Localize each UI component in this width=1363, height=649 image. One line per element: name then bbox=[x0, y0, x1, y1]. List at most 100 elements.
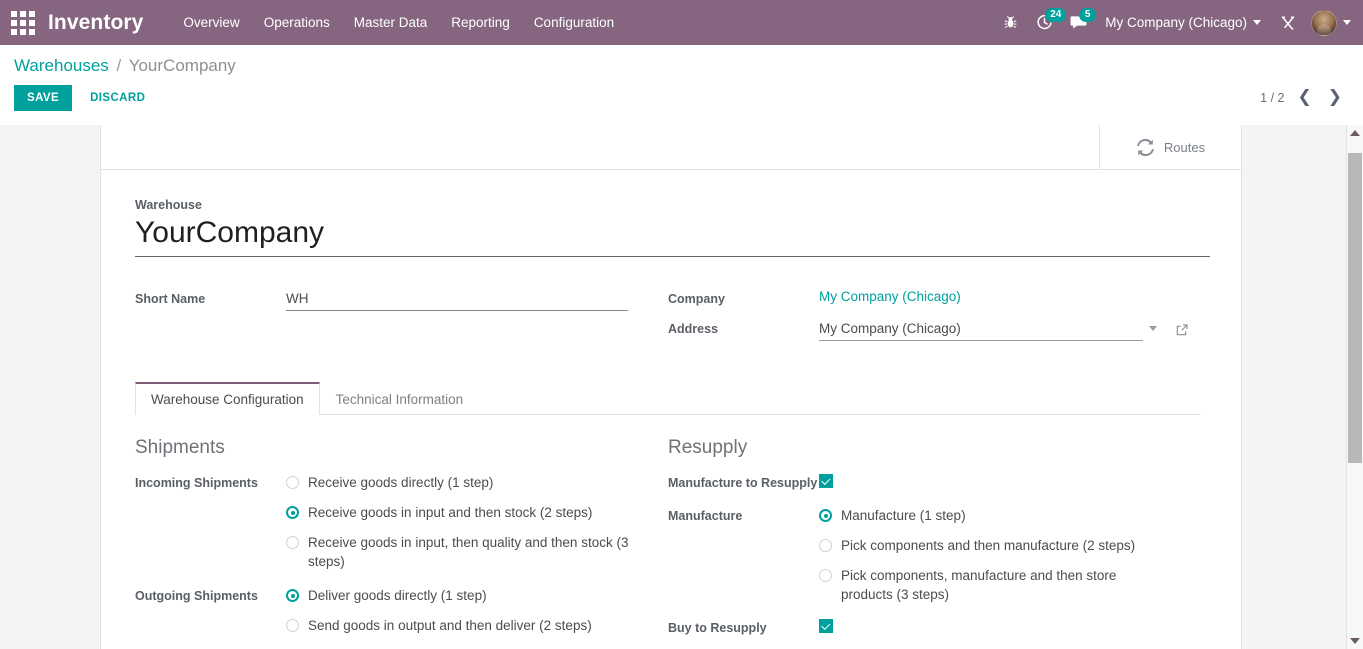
company-switcher-label: My Company (Chicago) bbox=[1105, 15, 1247, 30]
tab-warehouse-configuration[interactable]: Warehouse Configuration bbox=[135, 382, 320, 415]
app-brand-inventory[interactable]: Inventory bbox=[48, 11, 143, 35]
radio-label: Receive goods directly (1 step) bbox=[308, 475, 494, 490]
shipments-group: Shipments Incoming Shipments Receive goo… bbox=[135, 437, 668, 649]
company-label: Company bbox=[668, 292, 725, 306]
buy-to-resupply-row: Buy to Resupply bbox=[668, 616, 1201, 640]
bug-icon[interactable] bbox=[993, 6, 1027, 40]
address-value bbox=[819, 317, 1201, 341]
navbar-right-tools: 24 5 My Company (Chicago) bbox=[993, 6, 1351, 40]
field-columns: Short Name Company My Company (Chicago) bbox=[135, 287, 1201, 347]
pager-previous-icon[interactable]: ❮ bbox=[1295, 89, 1315, 106]
radio-manufacture-2-steps[interactable]: Pick components and then manufacture (2 … bbox=[819, 536, 1201, 555]
radio-label: Pick components, manufacture and then st… bbox=[841, 568, 1117, 602]
radio-manufacture-1-step[interactable]: Manufacture (1 step) bbox=[819, 506, 1201, 525]
messages-count-badge: 5 bbox=[1079, 7, 1097, 22]
manufacture-label: Manufacture bbox=[668, 509, 743, 523]
activities-clock-icon[interactable]: 24 bbox=[1027, 6, 1067, 40]
radio-incoming-3-steps[interactable]: Receive goods in input, then quality and… bbox=[286, 533, 668, 571]
manufacture-to-resupply-row: Manufacture to Resupply bbox=[668, 471, 1201, 495]
radio-icon[interactable] bbox=[286, 536, 299, 549]
radio-icon[interactable] bbox=[286, 619, 299, 632]
outgoing-shipments-value: Deliver goods directly (1 step) Send goo… bbox=[286, 584, 668, 649]
vertical-scrollbar[interactable] bbox=[1346, 125, 1363, 649]
chevron-down-icon bbox=[1343, 20, 1351, 25]
radio-label: Deliver goods directly (1 step) bbox=[308, 588, 487, 603]
address-input[interactable] bbox=[819, 319, 1143, 341]
tab-pane-warehouse-configuration: Shipments Incoming Shipments Receive goo… bbox=[135, 415, 1201, 649]
radio-outgoing-1-step[interactable]: Deliver goods directly (1 step) bbox=[286, 586, 668, 605]
outgoing-shipments-radio-group: Deliver goods directly (1 step) Send goo… bbox=[286, 586, 668, 649]
chevron-down-icon bbox=[1253, 20, 1261, 25]
scroll-up-arrow-icon[interactable] bbox=[1347, 125, 1363, 141]
manufacture-to-resupply-checkbox[interactable] bbox=[819, 474, 833, 489]
user-menu[interactable] bbox=[1305, 9, 1351, 36]
outgoing-shipments-label: Outgoing Shipments bbox=[135, 589, 258, 603]
discard-button[interactable]: DISCARD bbox=[80, 85, 155, 111]
radio-icon[interactable] bbox=[286, 506, 299, 519]
incoming-shipments-row: Incoming Shipments Receive goods directl… bbox=[135, 471, 668, 571]
pager-value: 1 / 2 bbox=[1260, 90, 1285, 105]
manufacture-to-resupply-value bbox=[819, 471, 1201, 489]
short-name-value bbox=[286, 287, 668, 311]
warehouse-name-input[interactable] bbox=[135, 214, 1210, 257]
short-name-input[interactable] bbox=[286, 289, 628, 311]
content-area: Routes Warehouse Short Name bbox=[0, 125, 1363, 649]
radio-incoming-1-step[interactable]: Receive goods directly (1 step) bbox=[286, 473, 668, 492]
control-panel: Warehouses / YourCompany SAVE DISCARD 1 … bbox=[0, 45, 1363, 125]
breadcrumb-item-warehouses[interactable]: Warehouses bbox=[14, 56, 109, 75]
smart-button-box: Routes bbox=[101, 125, 1241, 170]
pager-next-icon[interactable]: ❯ bbox=[1325, 89, 1345, 106]
short-name-row: Short Name bbox=[135, 287, 668, 311]
radio-icon[interactable] bbox=[819, 569, 832, 582]
record-actions: SAVE DISCARD bbox=[14, 85, 1347, 111]
radio-manufacture-3-steps[interactable]: Pick components, manufacture and then st… bbox=[819, 566, 1201, 604]
radio-icon[interactable] bbox=[819, 539, 832, 552]
menu-item-operations[interactable]: Operations bbox=[252, 9, 342, 36]
incoming-shipments-value: Receive goods directly (1 step) Receive … bbox=[286, 471, 668, 571]
manufacture-value: Manufacture (1 step) Pick components and… bbox=[819, 504, 1201, 604]
form-sheet: Routes Warehouse Short Name bbox=[100, 125, 1242, 649]
routes-smart-button[interactable]: Routes bbox=[1099, 125, 1241, 169]
address-many2one bbox=[819, 319, 1189, 341]
company-value: My Company (Chicago) bbox=[819, 287, 1201, 304]
breadcrumb-separator: / bbox=[116, 56, 122, 75]
resupply-group: Resupply Manufacture to Resupply Manufac… bbox=[668, 437, 1201, 649]
buy-to-resupply-checkbox[interactable] bbox=[819, 619, 833, 634]
outgoing-shipments-row: Outgoing Shipments Deliver goods directl… bbox=[135, 584, 668, 649]
apps-grid-icon[interactable] bbox=[8, 8, 38, 38]
address-label: Address bbox=[668, 322, 719, 336]
menu-item-configuration[interactable]: Configuration bbox=[522, 9, 626, 36]
breadcrumb-item-current: YourCompany bbox=[128, 56, 236, 75]
tab-technical-information[interactable]: Technical Information bbox=[320, 382, 480, 415]
developer-tools-icon[interactable] bbox=[1271, 6, 1305, 40]
buy-to-resupply-label: Buy to Resupply bbox=[668, 621, 767, 635]
menu-item-overview[interactable]: Overview bbox=[171, 9, 251, 36]
radio-incoming-2-steps[interactable]: Receive goods in input and then stock (2… bbox=[286, 503, 668, 522]
manufacture-radio-group: Manufacture (1 step) Pick components and… bbox=[819, 506, 1201, 604]
menu-item-reporting[interactable]: Reporting bbox=[439, 9, 522, 36]
radio-label: Send goods in output and then deliver (2… bbox=[308, 618, 592, 633]
menu-item-master-data[interactable]: Master Data bbox=[342, 9, 440, 36]
company-switcher[interactable]: My Company (Chicago) bbox=[1095, 9, 1271, 36]
chevron-down-icon[interactable] bbox=[1149, 326, 1157, 331]
warehouse-title-label: Warehouse bbox=[135, 198, 202, 212]
shipments-section-title: Shipments bbox=[135, 437, 225, 458]
scroll-down-arrow-icon[interactable] bbox=[1347, 633, 1363, 649]
buy-to-resupply-value bbox=[819, 616, 1201, 634]
resupply-section-title: Resupply bbox=[668, 437, 748, 458]
radio-icon[interactable] bbox=[819, 509, 832, 522]
messages-chat-icon[interactable]: 5 bbox=[1061, 6, 1097, 40]
save-button[interactable]: SAVE bbox=[14, 85, 73, 111]
radio-icon[interactable] bbox=[286, 589, 299, 602]
avatar bbox=[1311, 9, 1337, 36]
external-link-icon[interactable] bbox=[1175, 323, 1189, 337]
scrollbar-thumb[interactable] bbox=[1348, 153, 1362, 463]
radio-icon[interactable] bbox=[286, 476, 299, 489]
form-scroll-region: Routes Warehouse Short Name bbox=[0, 125, 1346, 649]
radio-label: Receive goods in input and then stock (2… bbox=[308, 505, 593, 520]
company-link[interactable]: My Company (Chicago) bbox=[819, 289, 961, 304]
short-name-label: Short Name bbox=[135, 292, 206, 306]
record-pager: 1 / 2 ❮ ❯ bbox=[1260, 89, 1345, 106]
radio-outgoing-2-steps[interactable]: Send goods in output and then deliver (2… bbox=[286, 616, 668, 635]
notebook-tabs: Warehouse Configuration Technical Inform… bbox=[135, 381, 1201, 415]
